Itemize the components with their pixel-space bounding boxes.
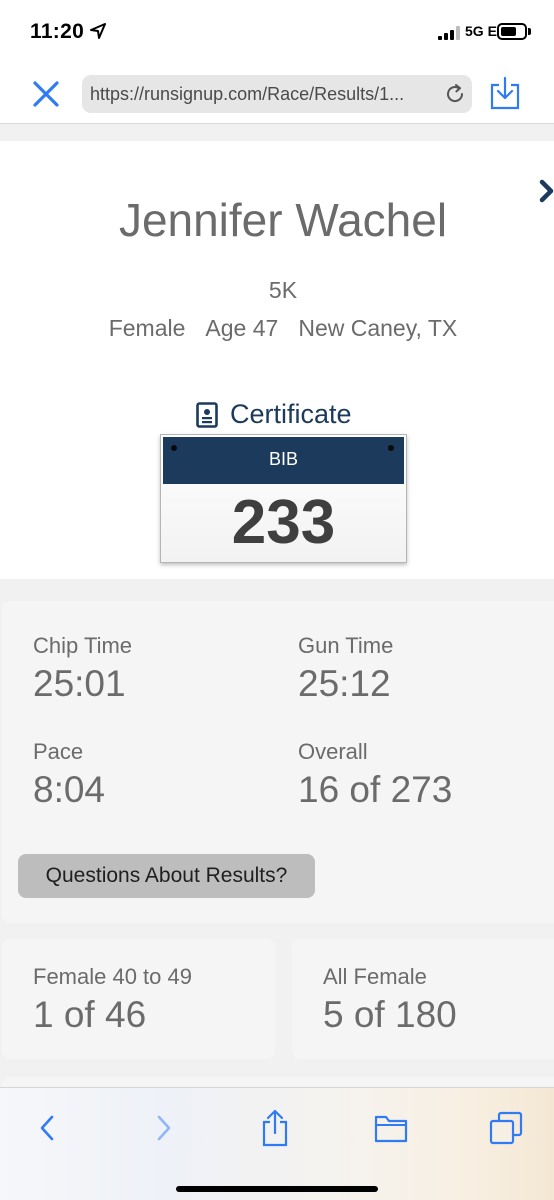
gun-time-stat: Gun Time 25:12 [298,633,393,705]
overall-value: 16 of 273 [298,769,453,810]
questions-about-results-button[interactable]: Questions About Results? [18,854,315,898]
bookmarks-icon [374,1115,408,1143]
placement-label: All Female [323,964,427,989]
placement-value: 5 of 180 [323,994,457,1035]
results-card: Chip Time 25:01 Gun Time 25:12 Pace 8:04… [2,601,554,923]
cellular-signal-icon [438,26,460,40]
placement-value: 1 of 46 [33,994,147,1035]
page-content: Jennifer Wachel 5K Female Age 47 New Caney… [0,124,554,1087]
certificate-link[interactable]: Certificate [196,399,352,430]
network-type: 5G E [465,23,497,39]
location-arrow-icon [90,23,106,39]
status-time: 11:20 [30,20,85,43]
bib-header: BIB [163,437,404,484]
placement-card-gender: All Female 5 of 180 [292,939,554,1059]
status-bar: 11:20 5G E [0,0,554,62]
back-icon [40,1115,54,1141]
pace-label: Pace [33,739,84,764]
share-button[interactable] [255,1108,295,1148]
back-button[interactable] [27,1108,67,1148]
placement-card-age-group: Female 40 to 49 1 of 46 [2,939,275,1059]
home-indicator [176,1186,378,1192]
pace-value: 8:04 [33,769,106,810]
share-icon [262,1109,288,1147]
pace-stat: Pace 8:04 [33,739,105,811]
runner-info: Female Age 47 New Caney, TX [0,315,554,342]
chip-time-value: 25:01 [33,663,126,704]
chip-time-label: Chip Time [33,633,133,658]
browser-toolbar: https://runsignup.com/Race/Results/1... [0,62,554,124]
bookmarks-button[interactable] [371,1108,411,1148]
runner-location: New Caney, TX [298,315,458,341]
download-icon[interactable] [490,76,520,110]
bottom-toolbar [0,1087,554,1200]
battery-cap [528,28,531,35]
runner-gender: Female [108,315,186,341]
next-card-peek [2,1077,554,1087]
runner-age: Age 47 [205,315,279,341]
bib-card: BIB 233 [160,434,407,563]
runner-header-card: Jennifer Wachel 5K Female Age 47 New Caney… [0,141,554,579]
forward-button[interactable] [144,1108,184,1148]
chip-time-stat: Chip Time 25:01 [33,633,132,705]
close-icon[interactable] [30,78,62,110]
placement-label: Female 40 to 49 [33,964,192,989]
bib-number: 233 [231,488,336,557]
bib-label: BIB [268,449,298,469]
gun-time-value: 25:12 [298,663,391,704]
gun-time-label: Gun Time [298,633,394,658]
race-distance: 5K [268,277,298,303]
certificate-label: Certificate [230,399,352,429]
url-bar[interactable]: https://runsignup.com/Race/Results/1... [82,75,472,113]
battery-icon [497,23,527,40]
url-text: https://runsignup.com/Race/Results/1... [90,84,405,104]
overall-label: Overall [298,739,368,764]
forward-icon [157,1115,171,1141]
overall-stat: Overall 16 of 273 [298,739,452,811]
tabs-icon [489,1111,523,1145]
reload-icon[interactable] [444,83,466,105]
certificate-icon [196,401,218,428]
runner-name: Jennifer Wachel [118,194,448,246]
tabs-button[interactable] [486,1108,526,1148]
